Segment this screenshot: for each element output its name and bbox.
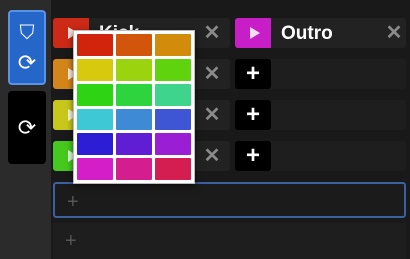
empty-slot: +: [235, 59, 406, 89]
add-clip-button[interactable]: +: [235, 59, 271, 89]
loop-icon: ⟳: [17, 49, 37, 75]
add-icon[interactable]: +: [65, 229, 77, 253]
color-swatch[interactable]: [155, 34, 191, 56]
add-clip-button[interactable]: +: [235, 141, 271, 171]
color-swatch[interactable]: [116, 58, 152, 81]
clip-slot[interactable]: Outro ✕: [235, 18, 406, 48]
color-swatch[interactable]: [155, 133, 191, 156]
loop-icon: ⟳: [17, 114, 37, 140]
empty-scene-row[interactable]: +: [53, 182, 406, 218]
play-icon[interactable]: [249, 27, 260, 39]
color-swatch[interactable]: [116, 133, 152, 156]
color-swatch[interactable]: [77, 83, 113, 106]
color-swatch[interactable]: [77, 108, 113, 131]
close-icon[interactable]: ✕: [203, 141, 221, 171]
color-swatch[interactable]: [116, 34, 152, 56]
loop-mode-button[interactable]: ⟳: [8, 91, 46, 164]
color-swatch[interactable]: [116, 158, 152, 180]
add-clip-button[interactable]: +: [235, 100, 271, 130]
add-icon[interactable]: +: [67, 190, 79, 214]
color-swatch[interactable]: [116, 108, 152, 131]
close-icon[interactable]: ✕: [203, 59, 221, 89]
color-swatch[interactable]: [77, 133, 113, 156]
clip-name: Outro: [281, 23, 333, 44]
clip-mode-button[interactable]: ⛉ ⟳: [8, 10, 46, 85]
close-icon[interactable]: ✕: [203, 100, 221, 130]
color-swatch[interactable]: [155, 158, 191, 180]
color-swatch[interactable]: [155, 58, 191, 81]
color-picker: [73, 30, 195, 184]
empty-scene-row[interactable]: +: [53, 223, 406, 259]
color-swatch[interactable]: [155, 83, 191, 106]
empty-slot: +: [235, 141, 406, 171]
color-swatch[interactable]: [116, 83, 152, 106]
color-swatch[interactable]: [77, 58, 113, 81]
clip-color-swatch[interactable]: [235, 18, 271, 48]
color-swatch[interactable]: [77, 158, 113, 180]
close-icon[interactable]: ✕: [203, 18, 221, 48]
empty-slot: +: [235, 100, 406, 130]
color-swatch[interactable]: [77, 34, 113, 56]
color-swatch[interactable]: [155, 108, 191, 131]
tag-icon: ⛉: [19, 21, 35, 44]
close-icon[interactable]: ✕: [385, 18, 403, 48]
